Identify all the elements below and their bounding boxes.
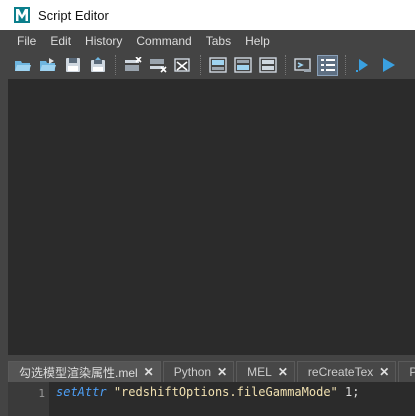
code-line[interactable]: setAttr "redshiftOptions.fileGammaMode" … — [49, 382, 359, 416]
show-history-icon[interactable] — [207, 55, 228, 76]
source-script-icon[interactable] — [37, 55, 58, 76]
echo-commands-icon[interactable] — [292, 55, 313, 76]
tab-label: MEL — [247, 365, 272, 379]
history-output-panel[interactable] — [8, 79, 415, 355]
tab-label: P — [409, 365, 415, 379]
clear-input-icon[interactable] — [147, 55, 168, 76]
script-tabs: 勾选模型渲染属性.mel ✕ Python ✕ MEL ✕ reCreateTe… — [8, 361, 415, 382]
execute-selected-icon[interactable] — [352, 55, 373, 76]
menu-command[interactable]: Command — [136, 34, 191, 48]
save-script-icon[interactable] — [62, 55, 83, 76]
close-icon[interactable]: ✕ — [217, 365, 227, 379]
tab-python[interactable]: Python ✕ — [162, 361, 235, 382]
toolbar-separator — [285, 55, 287, 75]
show-input-icon[interactable] — [232, 55, 253, 76]
tab-label: Python — [173, 365, 212, 379]
close-icon[interactable]: ✕ — [379, 365, 389, 379]
toolbar — [0, 51, 415, 79]
tab-mel[interactable]: MEL ✕ — [236, 361, 295, 382]
tab-recreatetex[interactable]: reCreateTex ✕ — [296, 361, 397, 382]
menu-tabs[interactable]: Tabs — [206, 34, 231, 48]
window-title: Script Editor — [38, 7, 109, 23]
script-input-editor[interactable]: 1 setAttr "redshiftOptions.fileGammaMode… — [8, 382, 415, 416]
clear-history-icon[interactable] — [122, 55, 143, 76]
code-command: setAttr — [56, 385, 107, 399]
close-icon[interactable]: ✕ — [144, 365, 154, 379]
code-rest: 1; — [337, 385, 360, 399]
title-bar: Script Editor — [0, 0, 415, 30]
execute-all-icon[interactable] — [377, 55, 398, 76]
menu-edit[interactable]: Edit — [50, 34, 71, 48]
tab-label: 勾选模型渲染属性.mel — [19, 365, 138, 380]
open-script-icon[interactable] — [12, 55, 33, 76]
code-string: "redshiftOptions.fileGammaMode" — [113, 385, 338, 399]
tab-p[interactable]: P — [398, 361, 415, 382]
close-icon[interactable]: ✕ — [278, 365, 288, 379]
line-numbers-icon[interactable] — [317, 54, 338, 76]
toolbar-separator — [200, 55, 202, 75]
menu-history[interactable]: History — [85, 34, 122, 48]
menu-file[interactable]: File — [17, 34, 36, 48]
show-both-icon[interactable] — [257, 55, 278, 76]
menu-help[interactable]: Help — [245, 34, 270, 48]
maya-m-icon — [14, 7, 30, 23]
tab-mel-script[interactable]: 勾选模型渲染属性.mel ✕ — [8, 361, 161, 382]
clear-all-icon[interactable] — [172, 55, 193, 76]
tab-label: reCreateTex — [307, 365, 374, 379]
menu-bar: File Edit History Command Tabs Help — [0, 30, 415, 51]
toolbar-separator — [345, 55, 347, 75]
line-number: 1 — [8, 382, 49, 416]
save-to-shelf-icon[interactable] — [87, 55, 108, 76]
toolbar-separator — [115, 55, 117, 75]
